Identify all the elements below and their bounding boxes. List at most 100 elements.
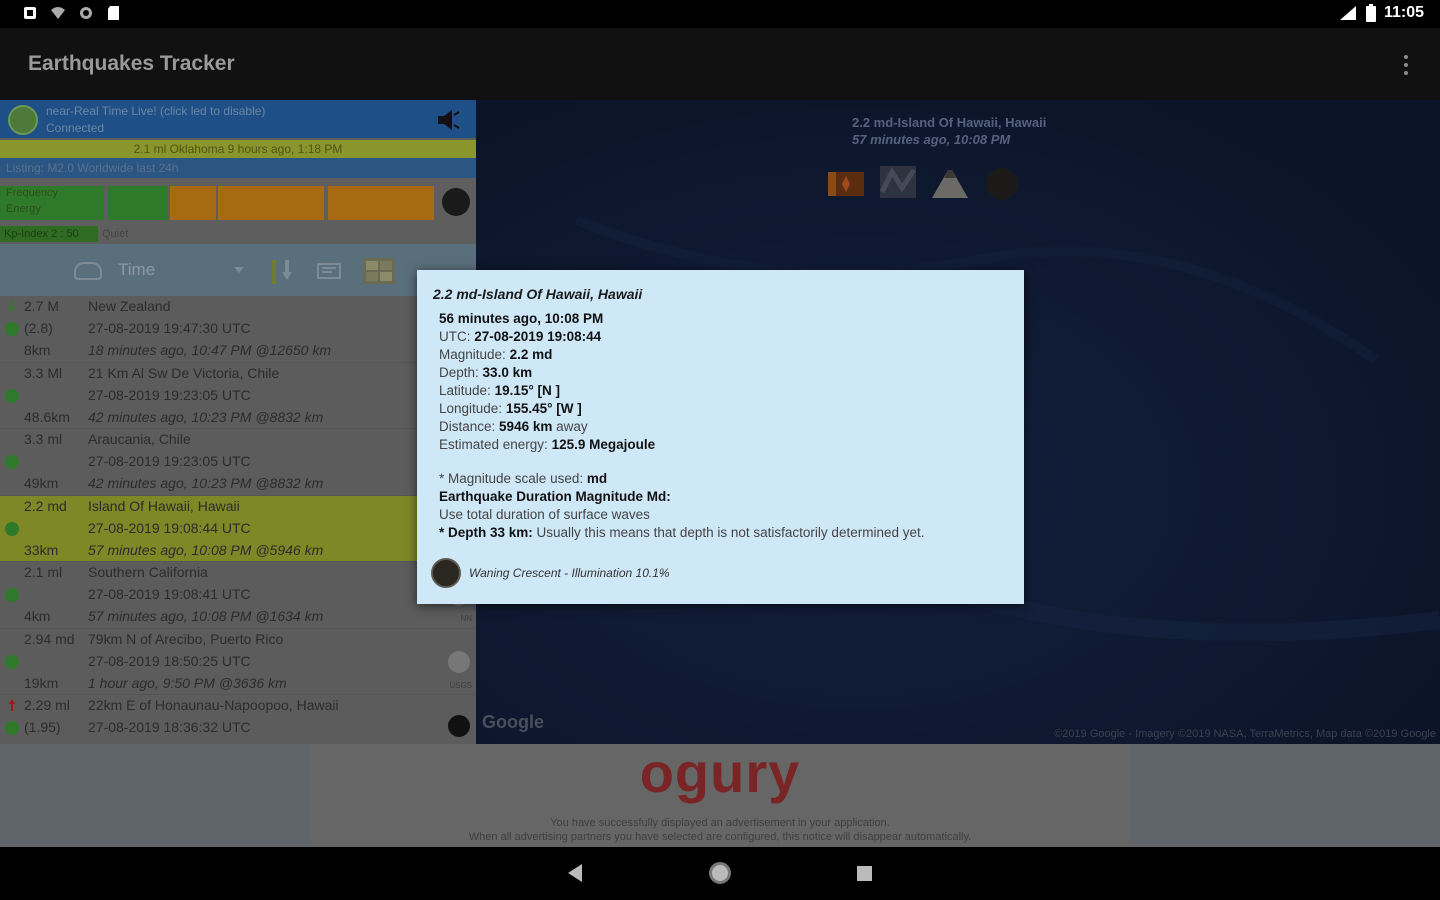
latitude-value: 19.15° [N ] xyxy=(494,383,560,398)
energy-label: Energy xyxy=(6,203,41,215)
earthquake-row[interactable]: 2.2 md Island Of Hawaii, Hawaii 27-08-2019… xyxy=(0,495,476,562)
scale-name: Earthquake Duration Magnitude Md: xyxy=(439,489,671,504)
back-icon[interactable] xyxy=(568,864,582,882)
earthquake-magnitude: 2.7 M xyxy=(24,298,60,314)
earthquake-row[interactable]: 2.7 M New Zealand (2.8) 27-08-2019 19:47:30… xyxy=(0,296,476,363)
status-dot-icon xyxy=(5,654,19,669)
volcano-icon[interactable] xyxy=(930,162,970,202)
listing-filter[interactable]: Listing: M2.0 Worldwide last 24h xyxy=(0,158,476,178)
earthquake-depth: 8km xyxy=(24,342,51,358)
earthquake-depth: 4km xyxy=(24,608,51,624)
ad-notice-line2: When all advertising partners you have s… xyxy=(468,831,972,843)
moon-icon[interactable] xyxy=(982,162,1022,202)
ad-banner[interactable]: ogury You have successfully displayed an… xyxy=(0,741,1440,847)
earthquake-magnitude: 3.3 Ml xyxy=(24,364,63,381)
moon-icon xyxy=(448,715,470,737)
app-bar: Earthquakes Tracker xyxy=(0,28,1440,100)
earthquake-row[interactable]: 2.1 ml Southern California 27-08-2019 19:0… xyxy=(0,562,476,629)
earthquake-time-ago: 42 minutes ago, 10:23 PM @8832 km xyxy=(88,408,324,425)
frequency-label: Frequency xyxy=(6,187,58,199)
more-vert-icon[interactable] xyxy=(1396,52,1416,78)
earthquake-location: Araucania, Chile xyxy=(88,431,191,447)
earthquake-magnitude: 2.94 md xyxy=(24,630,75,647)
source-icon xyxy=(448,650,470,673)
map-view-icon[interactable] xyxy=(362,256,396,286)
earthquake-row[interactable]: 2.29 ml 22km E of Honaunau-Napoopoo, Hawa… xyxy=(0,695,476,744)
earthquake-time-ago: 42 minutes ago, 10:23 PM @8832 km xyxy=(88,475,324,491)
battery-icon xyxy=(1365,4,1376,22)
frequency-chart: Frequency Energy xyxy=(0,184,476,224)
distance-label: Distance: xyxy=(439,419,496,434)
notification-icon xyxy=(24,7,36,19)
earthquake-time-ago: 57 minutes ago, 10:08 PM @1634 km xyxy=(88,608,324,624)
scale-value: md xyxy=(586,471,608,486)
earthquake-utc-time: 27-08-2019 18:50:25 UTC xyxy=(88,652,251,669)
depth-note: Usually this means that depth is not sat… xyxy=(536,525,925,540)
scale-description: Use total duration of surface waves xyxy=(439,507,650,522)
earthquake-location: Southern California xyxy=(88,564,208,580)
depth-value: 33.0 km xyxy=(482,365,533,380)
earthquake-magnitude: 3.3 ml xyxy=(24,431,63,447)
sync-icon xyxy=(80,7,92,19)
map-marker-label: 2.2 md-Island Of Hawaii, Hawaii 57 minut… xyxy=(852,114,1046,148)
earthquake-location: 22km E of Honaunau-Napoopoo, Hawaii xyxy=(88,697,339,713)
earthquake-row[interactable]: 3.3 Ml 21 Km Al Sw De Victoria, Chile 27-0… xyxy=(0,362,476,429)
speaker-icon[interactable] xyxy=(436,109,460,131)
earthquake-detail-dialog[interactable]: 2.2 md-Island Of Hawaii, Hawaii 56 minut… xyxy=(417,270,1024,604)
earthquake-location: New Zealand xyxy=(88,298,171,314)
magnitude-scale-notes: * Magnitude scale used: md Earthquake Du… xyxy=(439,470,924,542)
recents-icon[interactable] xyxy=(857,866,872,881)
utc-label: UTC: xyxy=(439,329,471,344)
map-label-title: 2.2 md-Island Of Hawaii, Hawaii xyxy=(852,115,1047,130)
satellite-tile-icon[interactable] xyxy=(878,162,918,202)
kp-index: Kp-Index 2 : 50 xyxy=(0,226,98,242)
sort-order-icon[interactable] xyxy=(268,256,296,286)
home-icon[interactable] xyxy=(709,862,731,884)
utc-value: 27-08-2019 19:08:44 xyxy=(474,329,602,344)
earthquake-alt-magnitude: (1.95) xyxy=(24,719,61,735)
latitude-label: Latitude: xyxy=(439,383,491,398)
earthquake-depth: 48.6km xyxy=(24,408,70,425)
magnitude-label: Magnitude: xyxy=(439,347,506,362)
magnitude-value: 2.2 md xyxy=(509,347,553,362)
distance-value: 5946 km xyxy=(499,419,553,434)
earthquake-utc-time: 27-08-2019 19:08:44 UTC xyxy=(88,519,251,536)
sd-card-icon xyxy=(108,6,119,20)
arrow-up-icon xyxy=(9,699,15,711)
status-dot-icon xyxy=(5,521,19,536)
filter-icon[interactable] xyxy=(316,256,344,286)
earthquake-magnitude: 2.1 ml xyxy=(24,564,63,580)
longitude-value: 155.45° [W ] xyxy=(505,401,582,416)
earthquake-time-ago: 57 minutes ago, 10:08 PM @5946 km xyxy=(88,541,324,558)
earthquake-location: 21 Km Al Sw De Victoria, Chile xyxy=(88,364,280,381)
cloud-icon[interactable] xyxy=(74,262,102,280)
navigation-bar xyxy=(0,847,1440,900)
earthquake-depth: 19km xyxy=(24,674,59,691)
moon-phase-text: Waning Crescent - Illumination 10.1% xyxy=(469,566,670,580)
sort-select[interactable]: Time xyxy=(118,260,155,280)
earthquake-location: Island Of Hawaii, Hawaii xyxy=(88,497,240,514)
earthquake-utc-time: 27-08-2019 19:23:05 UTC xyxy=(88,386,251,403)
depth-label: Depth: xyxy=(439,365,479,380)
signal-icon xyxy=(1339,6,1356,20)
chevron-down-icon[interactable] xyxy=(234,267,244,273)
google-logo: Google xyxy=(482,712,544,732)
longitude-label: Longitude: xyxy=(439,401,503,416)
screen: { "status_bar": { "time": "11:05" }, "ap… xyxy=(0,0,1440,900)
earthquake-utc-time: 27-08-2019 19:47:30 UTC xyxy=(88,320,251,336)
earthquake-location: 79km N of Arecibo, Puerto Rico xyxy=(88,630,284,647)
source-label: NN xyxy=(460,614,472,623)
kp-index-row: Kp-Index 2 : 50 Quiet xyxy=(0,224,476,244)
earthquake-magnitude: 2.29 ml xyxy=(24,697,70,713)
live-led-toggle[interactable] xyxy=(8,105,38,135)
map-copyright: ©2019 Google - Imagery ©2019 NASA, Terra… xyxy=(1054,728,1436,740)
flag-icon[interactable] xyxy=(826,162,866,202)
moon-phase-icon xyxy=(431,558,461,588)
arrow-down-icon xyxy=(9,300,15,312)
earthquake-row[interactable]: 2.94 md 79km N of Arecibo, Puerto Rico 27-… xyxy=(0,628,476,695)
last-event-bar[interactable]: 2.1 ml Oklahoma 9 hours ago, 1:18 PM xyxy=(0,140,476,158)
earthquake-row[interactable]: 3.3 ml Araucania, Chile 27-08-2019 19:23:0… xyxy=(0,429,476,496)
energy-value: 125.9 Megajoule xyxy=(551,437,656,452)
map-marker-icons xyxy=(826,162,1022,202)
energy-label: Estimated energy: xyxy=(439,437,548,452)
